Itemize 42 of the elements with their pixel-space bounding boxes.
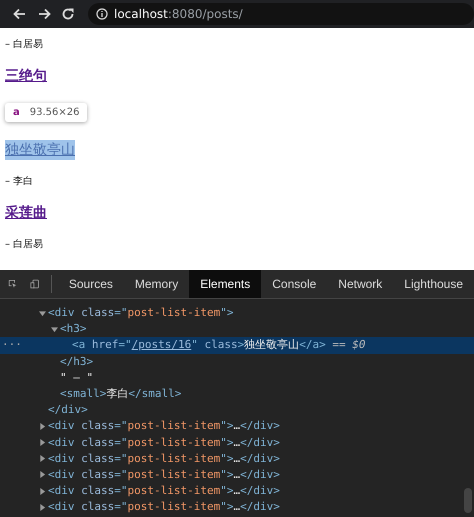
post-title-link[interactable]: 三绝句 [5,66,47,86]
expand-toggle-icon[interactable] [39,310,46,317]
devtools-tab[interactable]: Network [327,270,394,298]
dom-node-line[interactable]: <div class="post-list-item">…</div> [0,418,474,434]
expand-toggle-icon[interactable] [39,504,46,511]
device-icon[interactable] [30,277,40,291]
dom-node-line[interactable]: " – " [0,370,474,386]
dom-node-line[interactable]: <div class="post-list-item"> [0,305,474,322]
dom-node-line[interactable]: </div> [0,402,474,418]
expand-toggle-icon[interactable] [39,439,46,446]
back-icon[interactable] [13,7,27,21]
author-name: – 白居易 [5,38,44,52]
tooltip-tag: a [13,107,20,118]
url-host: localhost [114,7,168,21]
scrollbar[interactable] [464,488,472,513]
expand-toggle-icon[interactable] [51,326,58,333]
dom-node-line[interactable]: <div class="post-list-item">…</div> [0,499,474,516]
dom-node-line[interactable]: <div class="post-list-item">…</div> [0,450,474,467]
post-title-link[interactable]: 采莲曲 [5,203,47,223]
info-icon[interactable] [96,8,108,20]
dom-node-line[interactable]: <div class="post-list-item">…</div> [0,434,474,451]
devtools-tab[interactable]: Elements [189,270,262,298]
address-bar[interactable]: localhost:8080/posts/ [88,3,474,25]
url-path: :8080/posts/ [168,7,243,21]
devtools-tab[interactable]: Sources [58,270,124,298]
devtools-tab[interactable]: Console [261,270,328,298]
expand-toggle-icon[interactable] [39,422,46,430]
devtools-tab[interactable]: Lighthouse [393,270,474,298]
dom-node-line[interactable]: <div class="post-list-item">…</div> [0,466,474,484]
forward-icon[interactable] [37,7,51,21]
author-name: – 白居易 [5,238,44,252]
expand-toggle-icon[interactable] [39,455,46,462]
dom-node-line[interactable]: <div class="post-list-item">…</div> [0,483,474,500]
dom-node-line[interactable]: </h3> [0,354,474,370]
dom-node-line[interactable]: <small>李白</small> [0,386,474,402]
author-name: – 李白 [5,175,34,189]
devtools-tab[interactable]: Memory [124,270,190,298]
expand-toggle-icon[interactable] [39,471,46,478]
tooltip-size: 93.56×26 [30,107,80,118]
expand-toggle-icon[interactable] [39,488,46,495]
reload-icon[interactable] [61,7,75,21]
dom-node-line[interactable]: <h3> [0,321,474,338]
